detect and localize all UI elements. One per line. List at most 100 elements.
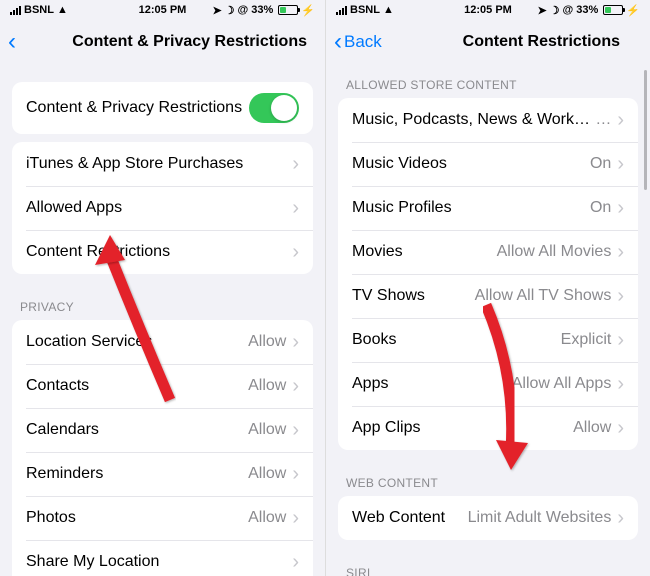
location-icon: ➤ (537, 4, 546, 17)
wifi-icon: ▲ (383, 4, 394, 16)
row-label: Content Restrictions (26, 243, 292, 261)
carrier-label: BSNL (350, 4, 380, 16)
row-music-profiles[interactable]: Music Profiles On › (338, 186, 638, 230)
back-button[interactable]: ‹ Back (334, 30, 382, 54)
nav-bar: ‹ Content & Privacy Restrictions (0, 20, 325, 64)
row-movies[interactable]: Movies Allow All Movies › (338, 230, 638, 274)
row-content-privacy-toggle[interactable]: Content & Privacy Restrictions (12, 82, 313, 134)
row-label: iTunes & App Store Purchases (26, 155, 292, 173)
scroll-indicator[interactable] (644, 70, 647, 190)
chevron-right-icon: › (292, 154, 299, 174)
chevron-right-icon: › (292, 242, 299, 262)
toggle-group: Content & Privacy Restrictions (12, 82, 313, 134)
row-label: Music, Podcasts, News & Workouts (352, 111, 595, 129)
row-label: Allowed Apps (26, 199, 292, 217)
chevron-left-icon: ‹ (8, 30, 16, 54)
row-books[interactable]: Books Explicit › (338, 318, 638, 362)
row-label: Location Services (26, 333, 248, 351)
row-label: Content & Privacy Restrictions (26, 99, 249, 117)
chevron-right-icon: › (617, 418, 624, 438)
chevron-right-icon: › (617, 110, 624, 130)
row-content-restrictions[interactable]: Content Restrictions › (12, 230, 313, 274)
row-contacts[interactable]: Contacts Allow › (12, 364, 313, 408)
clock: 12:05 PM (139, 4, 187, 16)
row-value: Allow (573, 419, 611, 437)
scroll-area[interactable]: ALLOWED STORE CONTENT Music, Podcasts, N… (326, 64, 650, 576)
toggle-switch[interactable] (249, 93, 299, 123)
scroll-area[interactable]: Content & Privacy Restrictions iTunes & … (0, 64, 325, 576)
row-itunes-app-store[interactable]: iTunes & App Store Purchases › (12, 142, 313, 186)
row-music-podcasts[interactable]: Music, Podcasts, News & Workouts … › (338, 98, 638, 142)
chevron-right-icon: › (617, 508, 624, 528)
privacy-group: Location Services Allow › Contacts Allow… (12, 320, 313, 576)
chevron-right-icon: › (292, 552, 299, 572)
row-tv-shows[interactable]: TV Shows Allow All TV Shows › (338, 274, 638, 318)
back-label: Back (344, 32, 382, 52)
row-web-content[interactable]: Web Content Limit Adult Websites › (338, 496, 638, 540)
chevron-right-icon: › (617, 286, 624, 306)
moon-icon: ☽ (550, 4, 560, 17)
charging-icon: ⚡ (301, 4, 315, 17)
row-value: Allow (248, 421, 286, 439)
row-value: Allow All Movies (497, 243, 612, 261)
battery-pct: 33% (251, 4, 273, 16)
location-icon: ➤ (212, 4, 221, 17)
chevron-right-icon: › (292, 508, 299, 528)
chevron-left-icon: ‹ (334, 30, 342, 54)
row-allowed-apps[interactable]: Allowed Apps › (12, 186, 313, 230)
row-label: Web Content (352, 509, 468, 527)
clock: 12:05 PM (464, 4, 512, 16)
row-location-services[interactable]: Location Services Allow › (12, 320, 313, 364)
row-label: Movies (352, 243, 497, 261)
row-reminders[interactable]: Reminders Allow › (12, 452, 313, 496)
chevron-right-icon: › (292, 332, 299, 352)
row-label: Reminders (26, 465, 248, 483)
row-label: Music Videos (352, 155, 590, 173)
row-music-videos[interactable]: Music Videos On › (338, 142, 638, 186)
row-value: Allow All Apps (512, 375, 612, 393)
wifi-icon: ▲ (57, 4, 68, 16)
status-bar: BSNL ▲ 12:05 PM ➤ ☽ @ 33% ⚡ (326, 0, 650, 20)
battery-at-icon: @ (563, 4, 574, 16)
chevron-right-icon: › (617, 374, 624, 394)
chevron-right-icon: › (617, 242, 624, 262)
battery-pct: 33% (576, 4, 598, 16)
chevron-right-icon: › (292, 464, 299, 484)
row-value: On (590, 199, 611, 217)
section-header-allowed: ALLOWED STORE CONTENT (326, 64, 650, 98)
charging-icon: ⚡ (626, 4, 640, 17)
status-bar: BSNL ▲ 12:05 PM ➤ ☽ @ 33% ⚡ (0, 0, 325, 20)
row-label: Music Profiles (352, 199, 590, 217)
row-value: Explicit (561, 331, 612, 349)
row-photos[interactable]: Photos Allow › (12, 496, 313, 540)
carrier-label: BSNL (24, 4, 54, 16)
chevron-right-icon: › (617, 198, 624, 218)
web-group: Web Content Limit Adult Websites › (338, 496, 638, 540)
row-share-my-location[interactable]: Share My Location › (12, 540, 313, 576)
row-value: Allow (248, 465, 286, 483)
row-label: Books (352, 331, 561, 349)
back-button[interactable]: ‹ (8, 30, 18, 54)
chevron-right-icon: › (617, 154, 624, 174)
screen-content-privacy-restrictions: BSNL ▲ 12:05 PM ➤ ☽ @ 33% ⚡ ‹ Content & … (0, 0, 325, 576)
chevron-right-icon: › (292, 376, 299, 396)
row-value: … (595, 111, 611, 129)
row-label: Photos (26, 509, 248, 527)
page-title: Content Restrictions (463, 33, 620, 51)
store-group: iTunes & App Store Purchases › Allowed A… (12, 142, 313, 274)
row-label: Contacts (26, 377, 248, 395)
page-title: Content & Privacy Restrictions (72, 33, 307, 51)
row-calendars[interactable]: Calendars Allow › (12, 408, 313, 452)
row-value: Allow (248, 509, 286, 527)
signal-icon (336, 6, 347, 15)
battery-icon (276, 5, 298, 15)
row-app-clips[interactable]: App Clips Allow › (338, 406, 638, 450)
row-apps[interactable]: Apps Allow All Apps › (338, 362, 638, 406)
row-label: App Clips (352, 419, 573, 437)
row-label: TV Shows (352, 287, 475, 305)
section-header-siri: SIRI (326, 548, 650, 576)
row-value: Allow (248, 333, 286, 351)
allowed-group: Music, Podcasts, News & Workouts … › Mus… (338, 98, 638, 450)
row-value: Allow All TV Shows (475, 287, 612, 305)
nav-bar: ‹ Back Content Restrictions (326, 20, 650, 64)
